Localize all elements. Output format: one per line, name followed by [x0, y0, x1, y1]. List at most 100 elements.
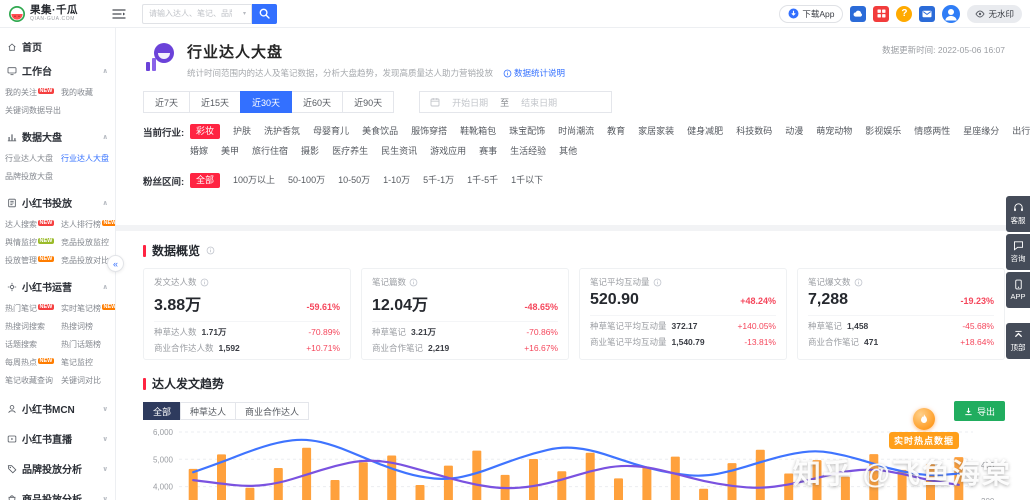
sidebar-link[interactable]: 行业达人大盘 [5, 153, 58, 164]
industry-tag[interactable]: 鞋靴箱包 [460, 124, 496, 139]
date-tab[interactable]: 近60天 [291, 91, 343, 113]
info-icon[interactable] [653, 278, 662, 287]
industry-tag[interactable]: 洗护香氛 [264, 124, 300, 139]
industry-tag[interactable]: 护肤 [233, 124, 251, 139]
industry-tag[interactable]: 其他 [559, 144, 577, 159]
industry-tag[interactable]: 摄影 [301, 144, 319, 159]
industry-tag[interactable]: 美甲 [221, 144, 239, 159]
sidebar-item-workbench[interactable]: 工作台∧ [0, 59, 115, 82]
industry-tag[interactable]: 星座缘分 [963, 124, 999, 139]
sidebar-link[interactable]: 竞品投放监控 [61, 237, 116, 248]
industry-tag[interactable]: 服饰穿搭 [411, 124, 447, 139]
sidebar-link[interactable]: 达人搜索NEW [5, 219, 58, 230]
industry-tag[interactable]: 珠宝配饰 [509, 124, 545, 139]
no-watermark-button[interactable]: 无水印 [967, 5, 1022, 23]
industry-tag[interactable]: 赛事 [479, 144, 497, 159]
sidebar-item-xhs-mcn[interactable]: 小红书MCN∨ [0, 395, 115, 422]
toolbar-headset-button[interactable]: 客服 [1006, 196, 1030, 232]
industry-tag[interactable]: 萌宠动物 [816, 124, 852, 139]
sidebar-item-brand-analysis[interactable]: 品牌投放分析∨ [0, 455, 115, 482]
export-button[interactable]: 导出 [954, 401, 1005, 421]
help-icon[interactable]: ? [896, 6, 912, 22]
apps-grid-icon[interactable] [873, 6, 889, 22]
toolbar-chat-button[interactable]: 咨询 [1006, 234, 1030, 270]
sidebar-link[interactable]: 行业达人大盘 [61, 153, 111, 164]
fans-tag[interactable]: 1千-5千 [467, 173, 498, 188]
industry-tag[interactable]: 生活经验 [510, 144, 546, 159]
search-button[interactable] [252, 4, 277, 24]
search-caret-icon[interactable]: ▾ [238, 4, 252, 24]
sidebar-link[interactable]: 热搜词榜 [61, 321, 116, 332]
sidebar-item-product-analysis[interactable]: 商品投放分析∨ [0, 485, 115, 500]
fans-tag[interactable]: 5千-1万 [423, 173, 454, 188]
sidebar-link[interactable]: 话题搜索 [5, 339, 58, 350]
sidebar-link[interactable]: 我的关注NEW [5, 87, 58, 98]
fans-tag[interactable]: 1千以下 [511, 173, 543, 188]
industry-tag[interactable]: 影视娱乐 [865, 124, 901, 139]
info-icon[interactable] [854, 278, 863, 287]
toolbar-up-button[interactable]: 顶部 [1006, 323, 1030, 359]
industry-tag[interactable]: 旅行住宿 [252, 144, 288, 159]
industry-tag[interactable]: 动漫 [785, 124, 803, 139]
stats-note-link[interactable]: 数据统计说明 [503, 67, 565, 79]
industry-tag[interactable]: 母婴育儿 [313, 124, 349, 139]
toolbar-phone-button[interactable]: APP [1006, 272, 1030, 308]
menu-collapse-icon[interactable] [112, 8, 126, 20]
industry-tag[interactable]: 民生资讯 [381, 144, 417, 159]
fans-tag[interactable]: 50-100万 [288, 173, 325, 188]
industry-tag[interactable]: 彩妆 [190, 124, 220, 139]
sidebar-link[interactable]: 热门笔记NEW [5, 303, 58, 314]
sidebar-link[interactable]: 关键词对比 [61, 375, 116, 386]
info-icon[interactable] [200, 278, 209, 287]
sidebar-link[interactable]: 热搜词搜索 [5, 321, 58, 332]
date-tab[interactable]: 近15天 [189, 91, 241, 113]
sidebar-link[interactable]: 达人排行榜NEW [61, 219, 116, 230]
sidebar-item-data-dashboard[interactable]: 数据大盘∧ [0, 125, 115, 148]
fans-tag[interactable]: 全部 [190, 173, 220, 188]
hotspot-widget[interactable]: 实时热点数据 [889, 408, 959, 449]
trend-tab[interactable]: 种草达人 [180, 402, 236, 420]
download-app-button[interactable]: 下载App [779, 5, 843, 23]
sidebar-link[interactable]: 实时笔记榜NEW [61, 303, 116, 314]
sidebar-link[interactable]: 舆情监控NEW [5, 237, 58, 248]
sidebar-link[interactable]: 我的收藏 [61, 87, 111, 98]
date-tab[interactable]: 近7天 [143, 91, 190, 113]
date-tab[interactable]: 近90天 [342, 91, 394, 113]
industry-tag[interactable]: 出行工具 [1012, 124, 1030, 139]
industry-tag[interactable]: 家居家装 [638, 124, 674, 139]
industry-tag[interactable]: 美食饮品 [362, 124, 398, 139]
mail-icon[interactable] [919, 6, 935, 22]
industry-tag[interactable]: 医疗养生 [332, 144, 368, 159]
trend-tab[interactable]: 商业合作达人 [235, 402, 309, 420]
industry-tag[interactable]: 教育 [607, 124, 625, 139]
logo[interactable]: 果集·千瓜 QIAN-GUA.COM [0, 5, 106, 23]
industry-tag[interactable]: 健身减肥 [687, 124, 723, 139]
search-input[interactable] [142, 4, 238, 24]
industry-tag[interactable]: 时尚潮流 [558, 124, 594, 139]
date-range-picker[interactable]: 开始日期 至 结束日期 [419, 91, 612, 113]
fans-tag[interactable]: 100万以上 [233, 173, 275, 188]
industry-tag[interactable]: 情感两性 [914, 124, 950, 139]
sidebar-item-xhs-live[interactable]: 小红书直播∨ [0, 425, 115, 452]
date-tab[interactable]: 近30天 [240, 91, 292, 113]
sidebar-link[interactable]: 每周热点NEW [5, 357, 58, 368]
sidebar-link[interactable]: 品牌投放大盘 [5, 171, 58, 182]
industry-tag[interactable]: 婚嫁 [190, 144, 208, 159]
sidebar-collapse-button[interactable]: « [107, 255, 124, 272]
sidebar-link[interactable]: 关键词数据导出 [5, 105, 58, 116]
sidebar-link[interactable]: 笔记监控 [61, 357, 116, 368]
sidebar-item-xhs-ads[interactable]: 小红书投放∧ [0, 191, 115, 214]
user-avatar[interactable] [942, 5, 960, 23]
cloud-icon[interactable] [850, 6, 866, 22]
fans-tag[interactable]: 1-10万 [383, 173, 410, 188]
info-icon[interactable] [206, 246, 215, 255]
sidebar-link[interactable]: 投放管理NEW [5, 255, 58, 266]
fans-tag[interactable]: 10-50万 [338, 173, 370, 188]
sidebar-link[interactable]: 热门话题榜 [61, 339, 116, 350]
sidebar-item-home[interactable]: 首页 [0, 34, 115, 59]
industry-tag[interactable]: 科技数码 [736, 124, 772, 139]
trend-tab[interactable]: 全部 [143, 402, 181, 420]
industry-tag[interactable]: 游戏应用 [430, 144, 466, 159]
sidebar-item-xhs-ops[interactable]: 小红书运营∧ [0, 275, 115, 298]
info-icon[interactable] [409, 278, 418, 287]
